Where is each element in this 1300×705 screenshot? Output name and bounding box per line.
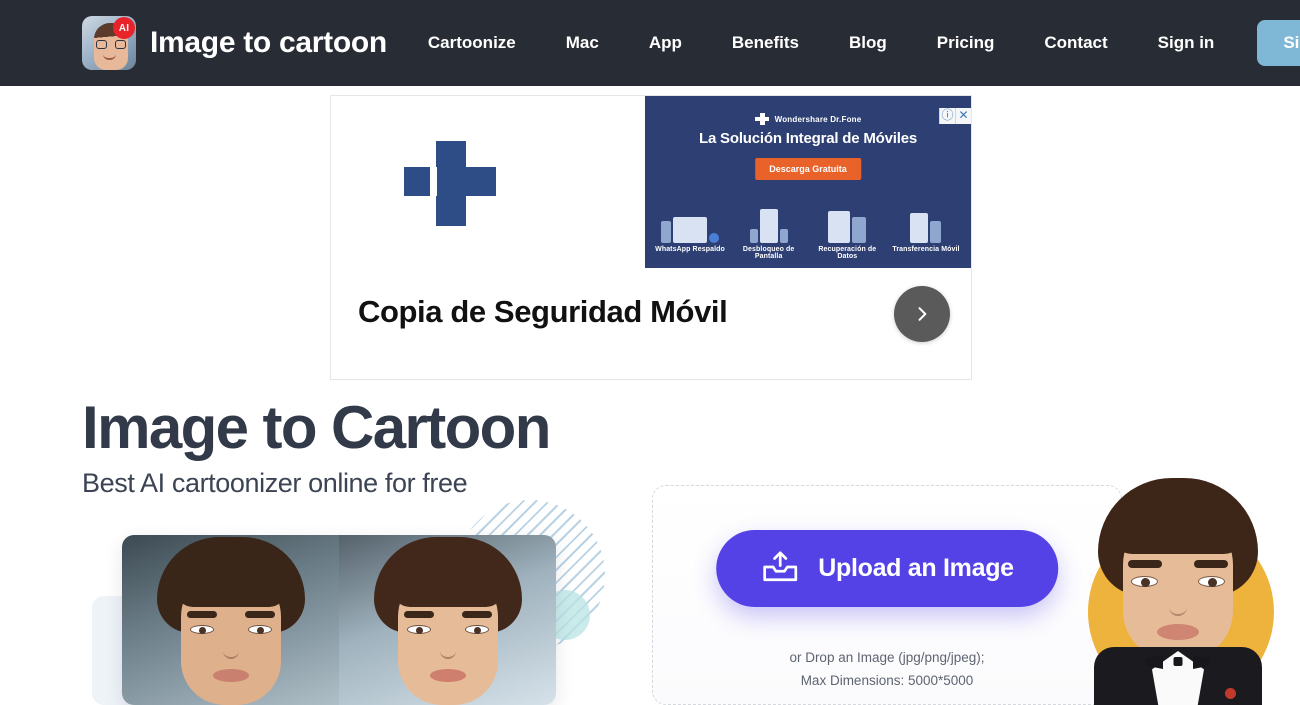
sign-up-button[interactable]: Sign up bbox=[1257, 20, 1300, 66]
ad-brand-cross-icon bbox=[754, 113, 769, 125]
avatar-photo-icon: AI bbox=[82, 16, 136, 70]
nav-item-pricing[interactable]: Pricing bbox=[912, 33, 1020, 53]
ad-brand-text: Wondershare Dr.Fone bbox=[774, 114, 862, 124]
drop-line-dimensions: Max Dimensions: 5000*5000 bbox=[800, 673, 974, 688]
ad-banner[interactable]: ⓘ ✕ Wondershare Dr.Fone La Solución Inte… bbox=[645, 96, 971, 268]
original-face-illustration bbox=[156, 537, 305, 705]
nav-item-mac[interactable]: Mac bbox=[541, 33, 624, 53]
ad-brand-line: Wondershare Dr.Fone bbox=[645, 113, 971, 125]
upload-inbox-icon bbox=[760, 550, 800, 587]
drop-instructions: or Drop an Image (jpg/png/jpeg); Max Dim… bbox=[653, 646, 1121, 692]
screen-unlock-icon bbox=[730, 197, 808, 243]
nav-item-blog[interactable]: Blog bbox=[824, 33, 912, 53]
data-recovery-icon bbox=[808, 197, 886, 243]
upload-button-label: Upload an Image bbox=[818, 554, 1014, 582]
ad-feature-label: Recuperación de Datos bbox=[818, 246, 877, 260]
ad-feature-item[interactable]: Desbloqueo de Pantalla bbox=[730, 197, 808, 260]
ad-feature-item[interactable]: Recuperación de Datos bbox=[808, 197, 886, 260]
ad-feature-label: WhatsApp Respaldo bbox=[655, 246, 725, 253]
brand-logo-link[interactable]: AI Image to cartoon bbox=[82, 16, 387, 70]
ad-left-panel[interactable]: Copia de Seguridad Móvil bbox=[331, 96, 728, 379]
upload-image-button[interactable]: Upload an Image bbox=[716, 530, 1058, 607]
upload-dropzone[interactable]: Upload an Image or Drop an Image (jpg/pn… bbox=[652, 485, 1122, 705]
cartoonized-photo bbox=[339, 535, 556, 705]
nav-item-app[interactable]: App bbox=[624, 33, 707, 53]
logo-glasses-shape bbox=[96, 40, 126, 49]
ad-download-button[interactable]: Descarga Gratuita bbox=[755, 158, 861, 180]
drop-line-formats: or Drop an Image (jpg/png/jpeg); bbox=[789, 650, 985, 665]
advertisement-container[interactable]: Copia de Seguridad Móvil ⓘ ✕ Wondershare… bbox=[330, 95, 972, 380]
phone-transfer-icon bbox=[887, 197, 965, 243]
ai-badge: AI bbox=[113, 17, 135, 39]
page-title: Image to Cartoon bbox=[82, 394, 551, 461]
original-photo bbox=[122, 535, 339, 705]
brand-name: Image to cartoon bbox=[150, 26, 387, 59]
ad-feature-label: Transferencia Móvil bbox=[892, 246, 960, 253]
ad-feature-label: Desbloqueo de Pantalla bbox=[742, 246, 795, 260]
cartoon-avatar-illustration bbox=[1080, 478, 1276, 705]
wondershare-cross-icon bbox=[404, 141, 496, 226]
cartoon-avatar-showcase bbox=[1058, 470, 1300, 705]
ad-feature-list: WhatsApp Respaldo Desbloqueo de Pantalla… bbox=[651, 197, 965, 260]
site-header: AI Image to cartoon Cartoonize Mac App B… bbox=[0, 0, 1300, 86]
cartoon-face-illustration bbox=[373, 537, 522, 705]
ad-feature-item[interactable]: Transferencia Móvil bbox=[887, 197, 965, 260]
nav-item-cartoonize[interactable]: Cartoonize bbox=[403, 33, 541, 53]
chevron-right-icon[interactable] bbox=[894, 286, 950, 342]
main-nav: Cartoonize Mac App Benefits Blog Pricing… bbox=[403, 20, 1300, 66]
ad-feature-item[interactable]: WhatsApp Respaldo bbox=[651, 197, 729, 260]
ad-banner-title: La Solución Integral de Móviles bbox=[698, 130, 917, 147]
whatsapp-backup-icon bbox=[651, 197, 729, 243]
nav-item-sign-in[interactable]: Sign in bbox=[1133, 33, 1240, 53]
page-subtitle: Best AI cartoonizer online for free bbox=[82, 468, 468, 498]
nav-item-contact[interactable]: Contact bbox=[1019, 33, 1132, 53]
ad-headline: Copia de Seguridad Móvil bbox=[358, 294, 728, 329]
nav-item-benefits[interactable]: Benefits bbox=[707, 33, 824, 53]
before-after-showcase[interactable] bbox=[122, 535, 556, 705]
